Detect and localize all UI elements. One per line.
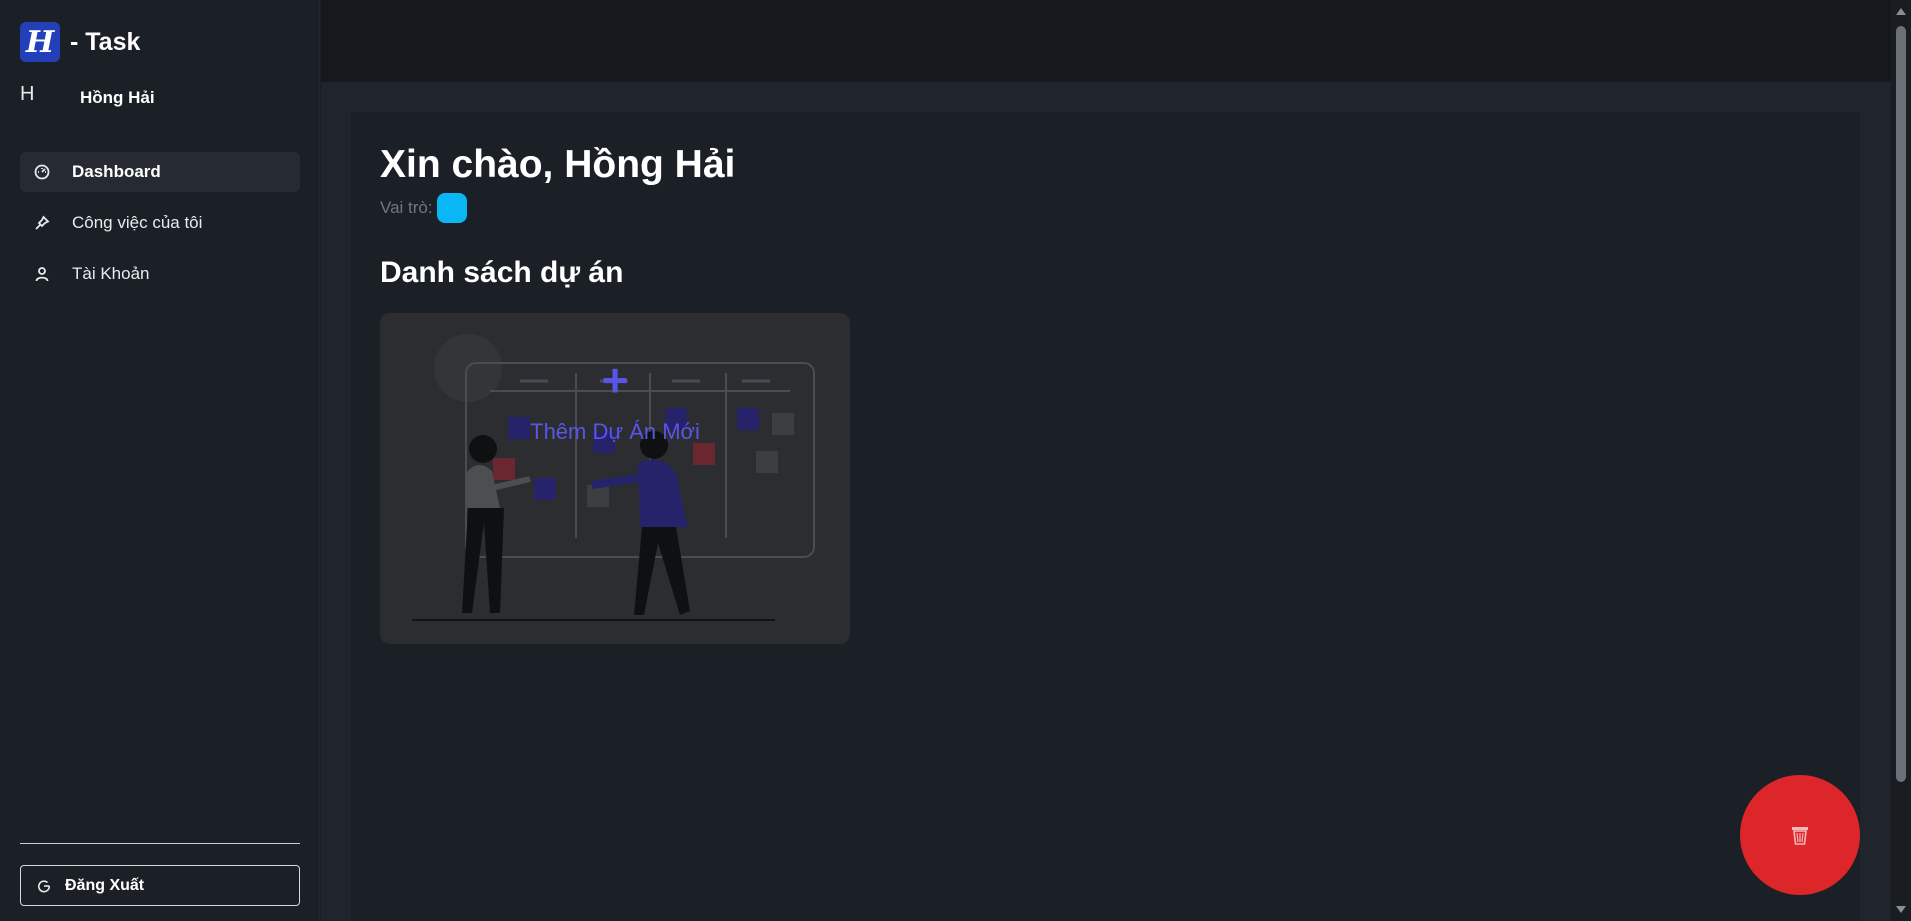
pin-icon [34, 215, 50, 231]
sidebar-item-label: Tài Khoản [72, 264, 150, 283]
avatar: H [20, 82, 35, 105]
sidebar-item-account[interactable]: Tài Khoản [20, 254, 300, 294]
logout-button[interactable]: Đăng Xuất [20, 865, 300, 906]
user-info: H Hồng Hải [20, 83, 155, 108]
role-row: Vai trò: [380, 193, 467, 223]
scroll-up-arrow-icon[interactable] [1896, 8, 1906, 15]
user-name: Hồng Hải [80, 88, 155, 107]
sidebar-divider [20, 843, 300, 844]
logo[interactable]: H - Task [20, 22, 140, 62]
sidebar-item-dashboard[interactable]: Dashboard [20, 152, 300, 192]
add-project-card[interactable]: + Thêm Dự Án Mới [380, 313, 850, 644]
app-root: H - Task H Hồng Hải Dashboard Công việc … [0, 0, 1911, 921]
page-title: Xin chào, Hồng Hải [380, 143, 736, 186]
sidebar-item-my-tasks[interactable]: Công việc của tôi [20, 203, 300, 243]
top-bar [321, 0, 1891, 82]
add-project-label: Thêm Dự Án Mới [530, 419, 700, 444]
role-badge [436, 193, 467, 223]
sidebar: H - Task H Hồng Hải Dashboard Công việc … [0, 0, 320, 921]
logout-label: Đăng Xuất [65, 876, 145, 894]
logout-icon [38, 879, 51, 892]
scrollbar-thumb[interactable] [1896, 26, 1906, 782]
section-title: Danh sách dự án [380, 256, 624, 289]
user-icon [34, 266, 50, 282]
trash-icon [1792, 827, 1808, 845]
trash-button[interactable] [1740, 775, 1860, 895]
plus-icon: + [601, 354, 629, 406]
dashboard-icon [34, 164, 50, 180]
role-label: Vai trò: [380, 198, 433, 217]
scroll-down-arrow-icon[interactable] [1896, 906, 1906, 913]
app-title: - Task [70, 27, 141, 56]
sidebar-item-label: Dashboard [72, 162, 161, 181]
sidebar-nav: Dashboard Công việc của tôi Tài Khoản [20, 152, 300, 305]
sidebar-item-label: Công việc của tôi [72, 213, 203, 232]
logo-mark: H [20, 22, 60, 62]
scrollbar[interactable] [1891, 0, 1911, 921]
